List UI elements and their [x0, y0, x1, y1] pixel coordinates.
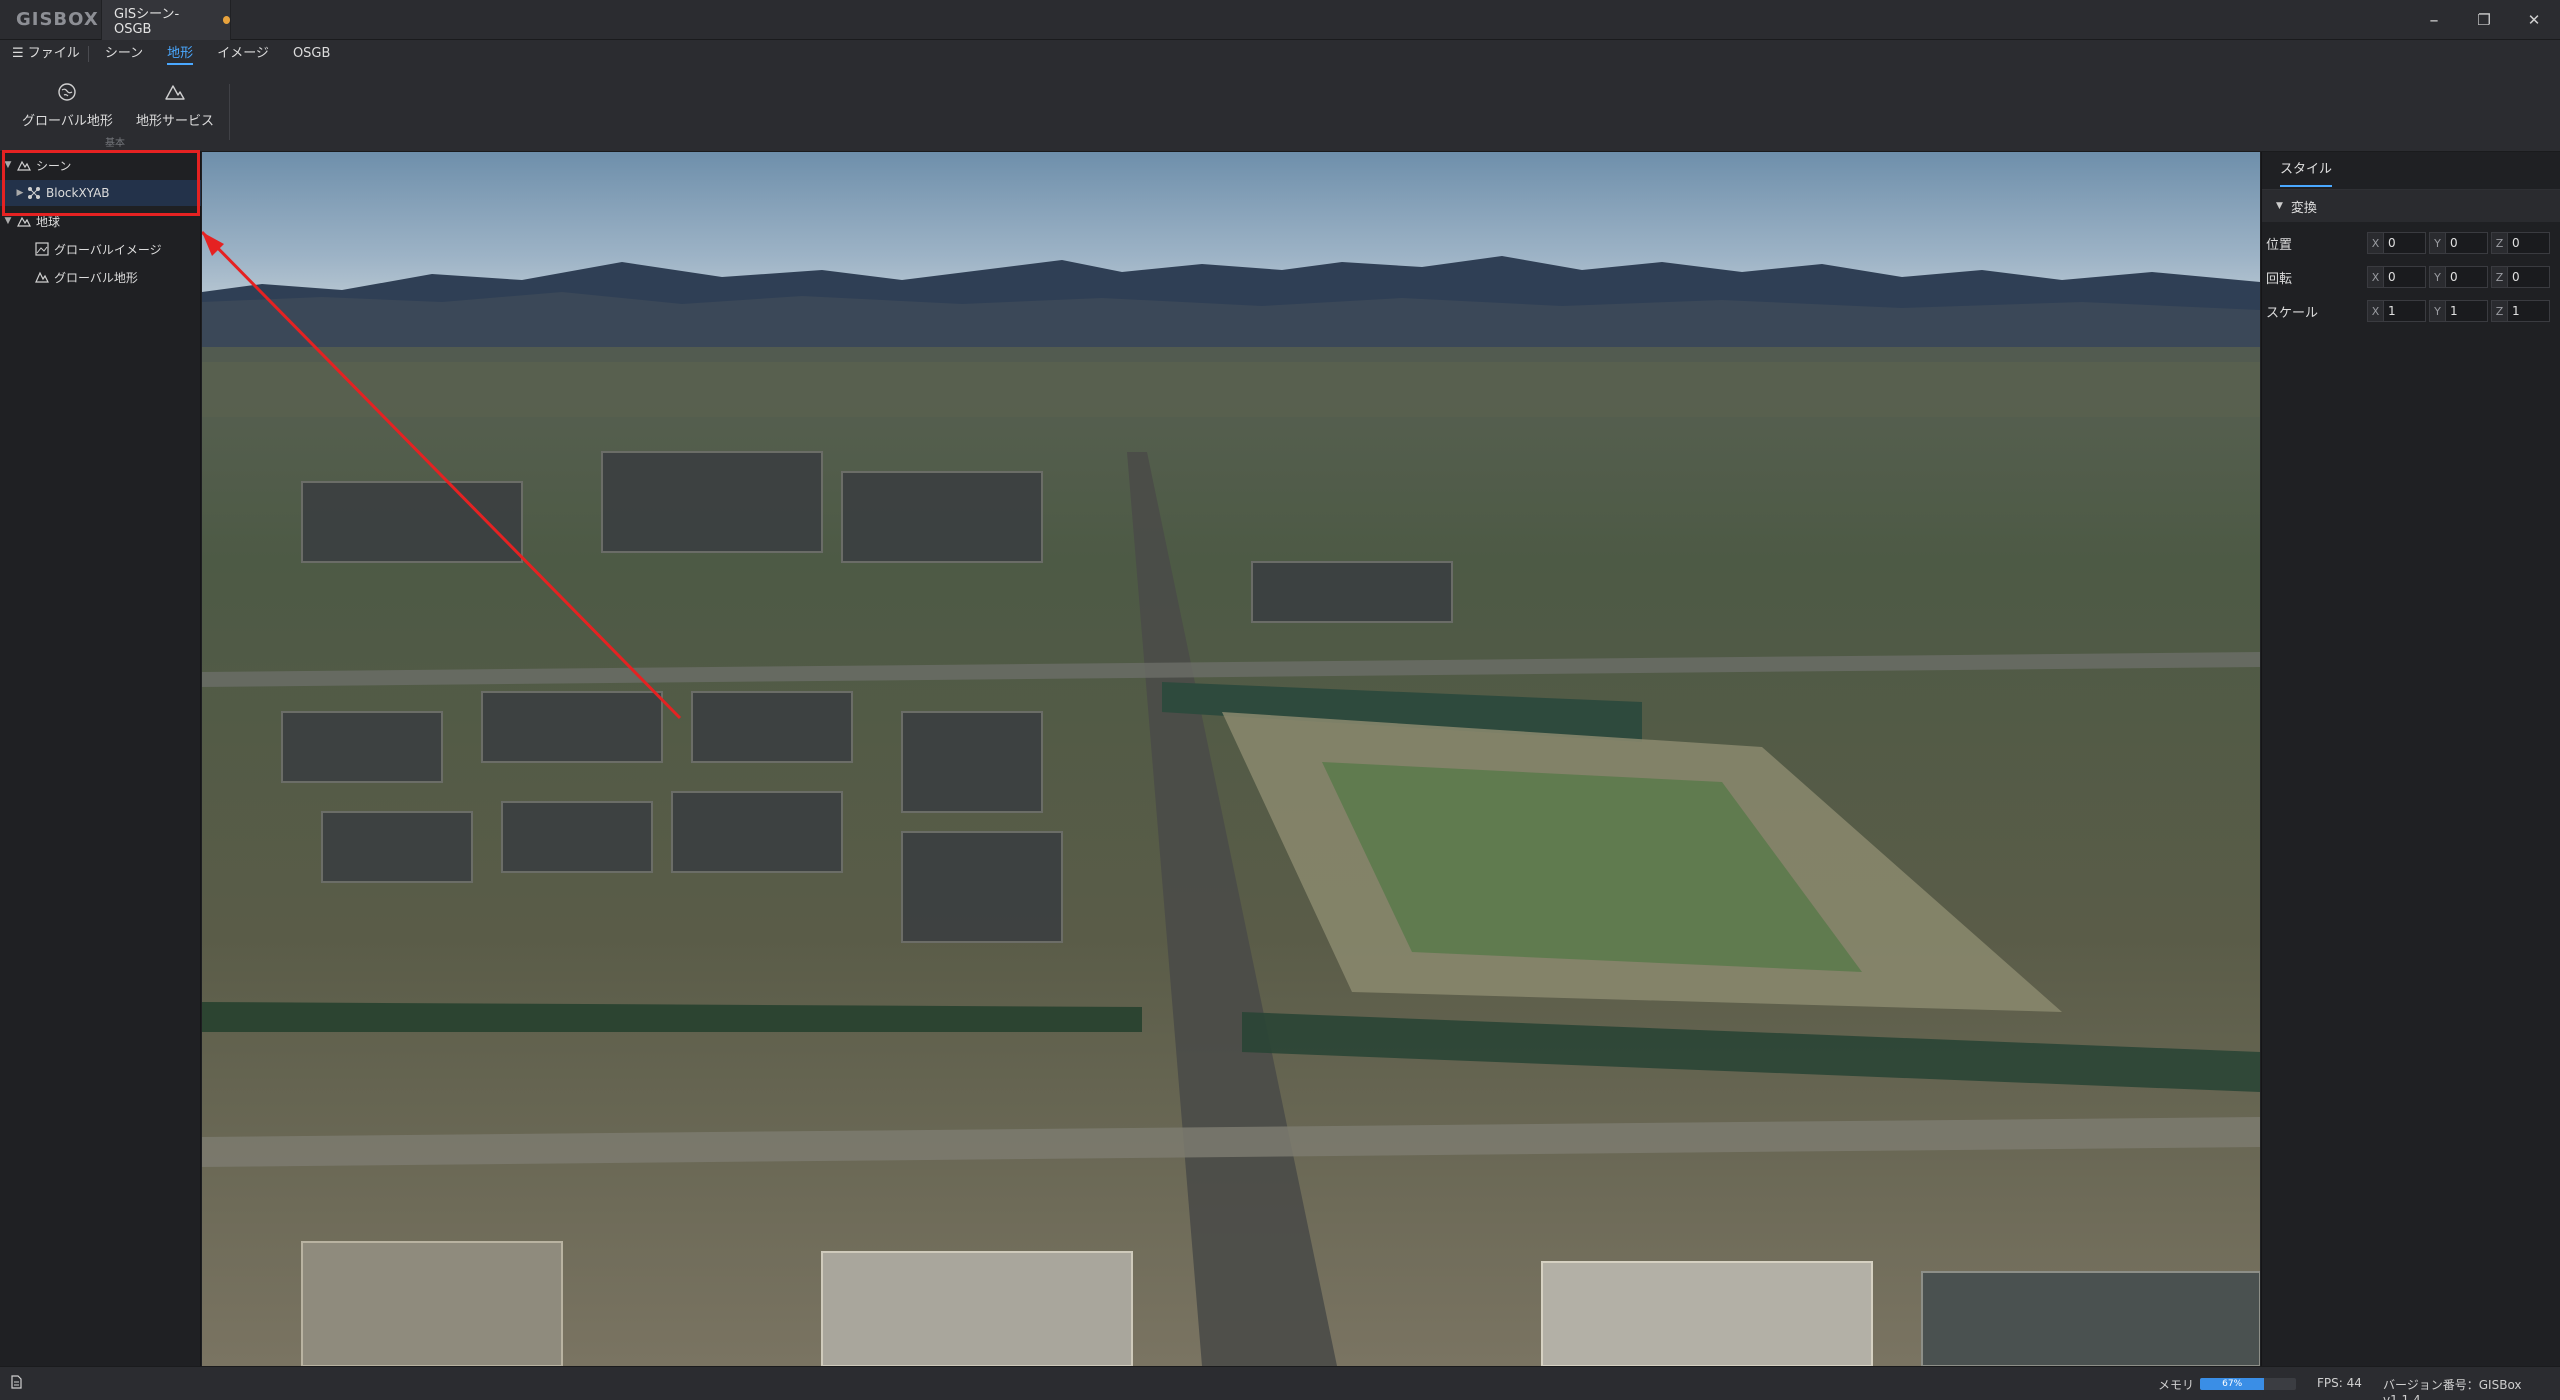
position-z-input[interactable] — [2507, 232, 2550, 254]
tree-item-earth[interactable]: ▼ 地球 — [0, 208, 201, 234]
menu-separator — [87, 46, 89, 62]
model-icon — [26, 186, 42, 200]
tree-item-label: シーン — [36, 158, 72, 173]
status-bar: メモリ 67% FPS: 44 バージョン番号：GISBox v1.1.4 — [0, 1366, 2560, 1400]
map-3d-viewport[interactable] — [202, 152, 2260, 1366]
scale-x-input[interactable] — [2383, 300, 2426, 322]
mountain-icon — [165, 85, 185, 100]
scene-tree-panel: ▼ シーン ▶ BlockXYAB ▼ 地球 グローバルイメージ グローバル地形 — [0, 152, 201, 1366]
scene-icon — [16, 158, 32, 172]
position-y-input[interactable] — [2445, 232, 2488, 254]
transform-section-header[interactable]: ▼ 変換 — [2262, 190, 2560, 222]
menu-file-label: ファイル — [27, 46, 80, 61]
global-terrain-label: グローバル地形 — [22, 114, 113, 129]
collapse-arrow-icon[interactable]: ▶ — [14, 188, 26, 198]
axis-y-label: Y — [2429, 266, 2445, 288]
version-label: バージョン番号：GISBox v1.1.4 — [2383, 1378, 2522, 1400]
menu-scene[interactable]: シーン — [93, 40, 155, 68]
tree-item-label: グローバルイメージ — [54, 242, 162, 257]
position-label: 位置 — [2266, 237, 2293, 253]
ribbon-divider — [229, 84, 230, 140]
close-button[interactable]: ✕ — [2514, 4, 2554, 36]
menu-image[interactable]: イメージ — [205, 40, 281, 68]
globe-icon — [58, 83, 77, 101]
global-terrain-button[interactable]: グローバル地形 — [22, 82, 113, 129]
fps-readout: FPS: 44 — [2317, 1376, 2362, 1390]
memory-percent: 67% — [2222, 1379, 2243, 1389]
image-icon — [34, 242, 50, 256]
axis-z-label: Z — [2491, 266, 2507, 288]
unsaved-indicator-icon — [222, 16, 230, 24]
collapse-triangle-icon: ▼ — [2276, 201, 2283, 211]
tree-item-global-terrain[interactable]: グローバル地形 — [0, 264, 201, 290]
tree-item-label: グローバル地形 — [54, 270, 138, 285]
menu-file[interactable]: ☰ ファイル — [0, 40, 84, 68]
rotation-row: 回転 X Y Z — [2262, 260, 2560, 294]
ribbon-toolbar: グローバル地形 地形サービス 基本 — [0, 68, 2560, 152]
hamburger-icon: ☰ — [12, 46, 24, 61]
earth-icon — [16, 214, 32, 228]
tree-item-label: 地球 — [36, 214, 61, 229]
title-bar: GISBOX GISシーン-OSGB – ❐ ✕ — [0, 0, 2560, 40]
terrain-service-label: 地形サービス — [136, 114, 215, 129]
tab-style[interactable]: スタイル — [2280, 158, 2333, 187]
axis-y-label: Y — [2429, 300, 2445, 322]
axis-y-label: Y — [2429, 232, 2445, 254]
rotation-label: 回転 — [2266, 271, 2293, 287]
memory-progress-fill: 67% — [2200, 1378, 2265, 1390]
scale-label: スケール — [2266, 305, 2319, 321]
menu-bar: ☰ ファイル シーン 地形 イメージ OSGB — [0, 40, 2560, 68]
terrain-icon — [34, 270, 50, 284]
scale-row: スケール X Y Z — [2262, 294, 2560, 328]
scale-z-input[interactable] — [2507, 300, 2550, 322]
axis-x-label: X — [2367, 300, 2383, 322]
axis-z-label: Z — [2491, 300, 2507, 322]
app-logo: GISBOX — [16, 9, 99, 30]
menu-osgb[interactable]: OSGB — [281, 40, 342, 68]
aerial-scene-image — [202, 152, 2260, 1366]
rotation-x-input[interactable] — [2383, 266, 2426, 288]
properties-panel: スタイル ▼ 変換 位置 X Y Z 回転 X Y Z スケール X Y Z — [2261, 152, 2560, 1366]
expand-arrow-icon[interactable]: ▼ — [0, 160, 16, 170]
position-row: 位置 X Y Z — [2262, 226, 2560, 260]
axis-x-label: X — [2367, 232, 2383, 254]
document-tab-label: GISシーン-OSGB — [114, 7, 180, 37]
tree-item-scene[interactable]: ▼ シーン — [0, 152, 201, 178]
position-x-input[interactable] — [2383, 232, 2426, 254]
terrain-service-button[interactable]: 地形サービス — [136, 82, 214, 129]
minimize-button[interactable]: – — [2414, 4, 2454, 36]
memory-label: メモリ — [2158, 1378, 2195, 1392]
menu-terrain[interactable]: 地形 — [155, 40, 205, 68]
memory-progress-bar: 67% — [2200, 1378, 2296, 1390]
rotation-z-input[interactable] — [2507, 266, 2550, 288]
transform-section-label: 変換 — [2290, 200, 2317, 216]
restore-button[interactable]: ❐ — [2464, 4, 2504, 36]
axis-z-label: Z — [2491, 232, 2507, 254]
document-tab[interactable]: GISシーン-OSGB — [101, 0, 231, 40]
document-status-icon[interactable] — [10, 1375, 22, 1392]
tree-item-block[interactable]: ▶ BlockXYAB — [0, 180, 201, 206]
rotation-y-input[interactable] — [2445, 266, 2488, 288]
tree-item-label: BlockXYAB — [46, 186, 110, 200]
axis-x-label: X — [2367, 266, 2383, 288]
scale-y-input[interactable] — [2445, 300, 2488, 322]
expand-arrow-icon[interactable]: ▼ — [0, 216, 16, 226]
tree-item-global-image[interactable]: グローバルイメージ — [0, 236, 201, 262]
ribbon-group-label: 基本 — [105, 138, 125, 149]
